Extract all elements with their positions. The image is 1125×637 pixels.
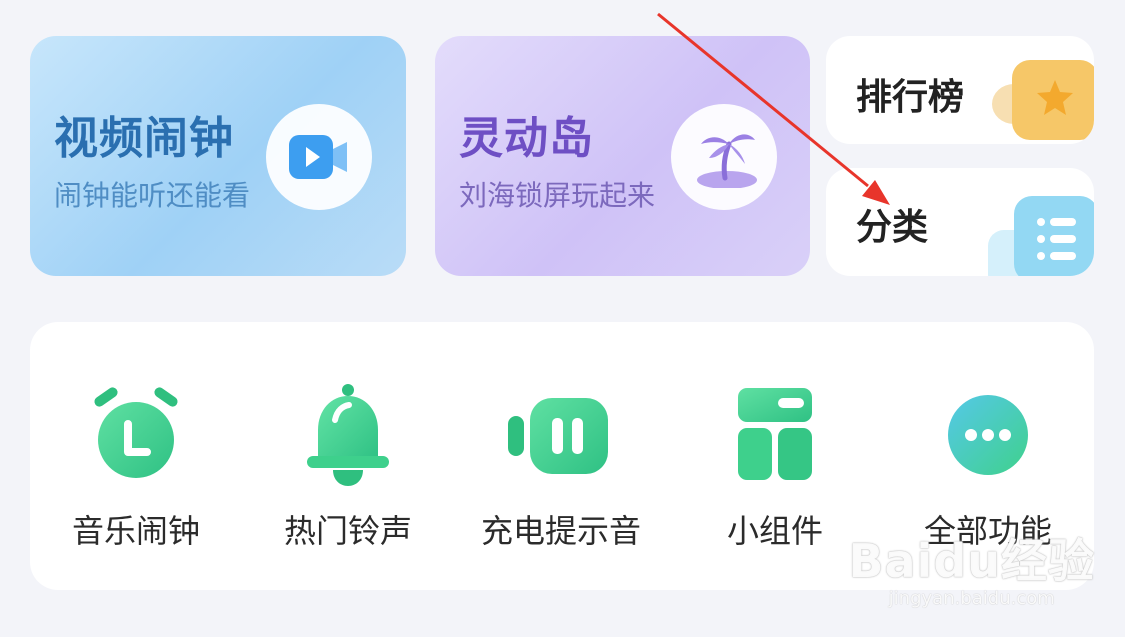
watermark-site: jingyan.baidu.com: [888, 588, 1055, 609]
dynamic-island-title: 灵动岛: [459, 113, 594, 164]
video-alarm-card[interactable]: 视频闹钟 闹钟能听还能看: [30, 36, 406, 276]
shortcut-widgets[interactable]: 小组件: [675, 322, 875, 590]
category-title: 分类: [856, 207, 929, 248]
video-play-icon: [266, 104, 372, 210]
star-icon: [992, 60, 1094, 140]
dynamic-island-subtitle: 刘海锁屏玩起来: [459, 179, 656, 212]
dynamic-island-card[interactable]: 灵动岛 刘海锁屏玩起来: [435, 36, 810, 276]
watermark-brand: Baidu经验: [848, 534, 1095, 588]
shortcut-music-alarm[interactable]: 音乐闹钟: [36, 322, 236, 590]
shortcut-label: 音乐闹钟: [71, 512, 200, 550]
bell-icon: [307, 384, 389, 486]
ranking-card[interactable]: 排行榜: [826, 36, 1094, 144]
video-alarm-title: 视频闹钟: [54, 113, 234, 164]
list-icon: [988, 196, 1094, 276]
shortcut-charging-sound[interactable]: 充电提示音: [461, 322, 661, 590]
ranking-title: 排行榜: [856, 77, 965, 118]
alarm-clock-icon: [94, 387, 178, 478]
shortcut-label: 热门铃声: [283, 512, 412, 550]
category-card[interactable]: 分类: [826, 168, 1094, 276]
shortcut-label: 充电提示音: [480, 512, 641, 550]
palm-island-icon: [671, 104, 777, 210]
shortcut-label: 小组件: [726, 512, 823, 550]
video-alarm-subtitle: 闹钟能听还能看: [54, 179, 251, 212]
shortcut-hot-ringtones[interactable]: 热门铃声: [248, 322, 448, 590]
charging-icon: [508, 398, 608, 474]
widget-icon: [738, 388, 812, 480]
more-icon: [948, 395, 1028, 475]
watermark: Baidu经验 jingyan.baidu.com: [848, 538, 1095, 609]
